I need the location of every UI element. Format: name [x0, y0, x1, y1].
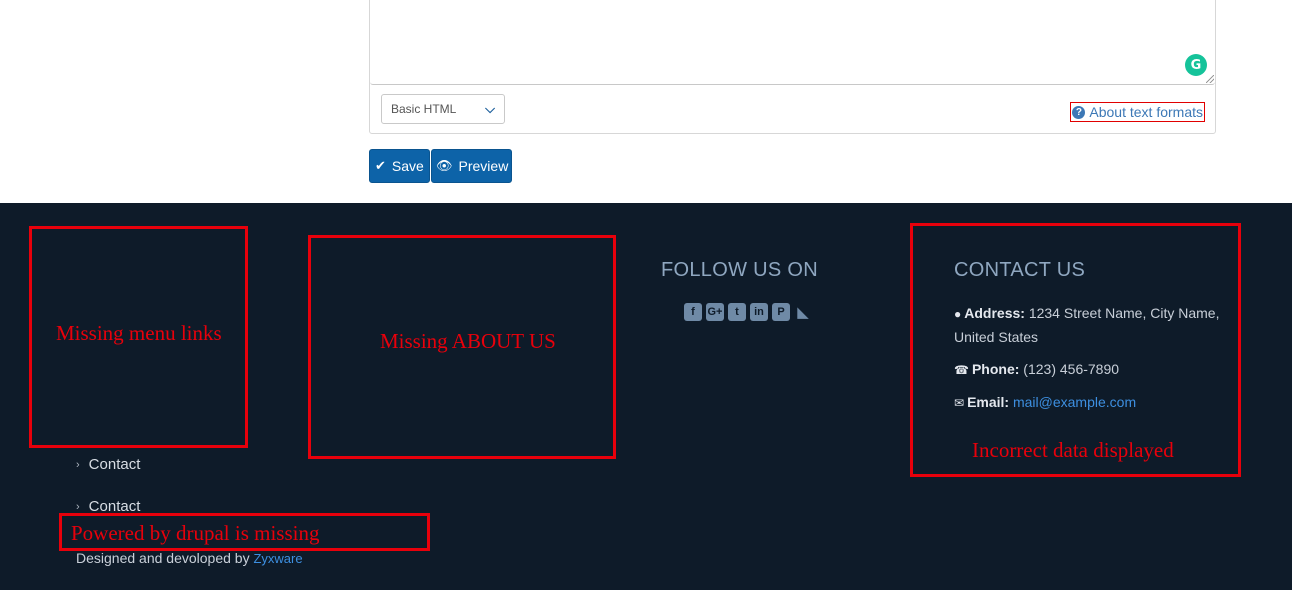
designed-by-text: Designed and devoloped by — [76, 550, 250, 566]
site-footer: Missing menu links Missing ABOUT US FOLL… — [0, 203, 1292, 590]
map-marker-icon: ● — [954, 307, 962, 321]
question-circle-icon: ? — [1072, 105, 1086, 119]
check-icon: ✔ — [375, 158, 386, 173]
annotation-contact-data: Incorrect data displayed — [972, 438, 1174, 462]
email-label: Email: — [967, 394, 1010, 410]
email-link[interactable]: mail@example.com — [1013, 394, 1136, 410]
save-button[interactable]: ✔ Save — [369, 149, 430, 183]
phone-label: Phone: — [971, 361, 1020, 377]
linkedin-icon[interactable]: in — [750, 303, 768, 321]
designed-by: Designed and devoloped by Zyxware — [76, 550, 303, 566]
phone-icon: ☎ — [954, 363, 969, 377]
about-text-formats-link[interactable]: ? About text formats — [1070, 102, 1205, 122]
zyxware-link[interactable]: Zyxware — [253, 551, 302, 566]
contact-phone: ☎ Phone: (123) 456-7890 — [954, 358, 1119, 382]
facebook-icon[interactable]: f — [684, 303, 702, 321]
text-format-selected: Basic HTML — [391, 102, 457, 116]
footer-menu-item[interactable]: › Contact — [76, 456, 140, 473]
phone-value: (123) 456-7890 — [1023, 361, 1120, 377]
body-textarea[interactable]: G — [370, 0, 1215, 85]
preview-label: Preview — [458, 158, 509, 174]
contact-email: ✉ Email: mail@example.com — [954, 391, 1136, 415]
preview-button[interactable]: 👁 Preview — [431, 149, 512, 183]
google-plus-icon[interactable]: G+ — [706, 303, 724, 321]
contact-address: ● Address: 1234 Street Name, City Name, U… — [954, 302, 1224, 349]
annotation-powered-by: Powered by drupal is missing — [71, 521, 320, 545]
eye-icon: 👁 — [436, 158, 453, 173]
social-icons: f G+ t in P ◣ — [684, 303, 812, 321]
chevron-right-icon: › — [76, 458, 80, 471]
annotation-about-us: Missing ABOUT US — [380, 329, 556, 353]
chevron-down-icon: ⌵ — [485, 101, 495, 116]
footer-menu-label: Contact — [88, 456, 141, 473]
envelope-icon: ✉ — [954, 396, 965, 410]
body-editor: G Basic HTML ⌵ ? About text formats — [369, 0, 1216, 134]
contact-us-title: CONTACT US — [954, 259, 1086, 281]
rss-icon[interactable]: ◣ — [794, 303, 812, 321]
chevron-right-icon: › — [76, 500, 80, 513]
grammarly-icon[interactable]: G — [1185, 54, 1207, 76]
annotation-menu-links: Missing menu links — [56, 321, 222, 345]
save-label: Save — [391, 158, 424, 174]
text-format-select[interactable]: Basic HTML ⌵ — [381, 94, 505, 124]
follow-us-title: FOLLOW US ON — [661, 259, 818, 281]
address-line2: United States — [954, 329, 1039, 345]
pinterest-icon[interactable]: P — [772, 303, 790, 321]
about-text-formats-label: About text formats — [1089, 104, 1203, 120]
address-label: Address: — [964, 305, 1025, 321]
address-line1: 1234 Street Name, City Name, — [1028, 305, 1220, 321]
twitter-icon[interactable]: t — [728, 303, 746, 321]
resize-handle[interactable] — [1206, 75, 1214, 83]
